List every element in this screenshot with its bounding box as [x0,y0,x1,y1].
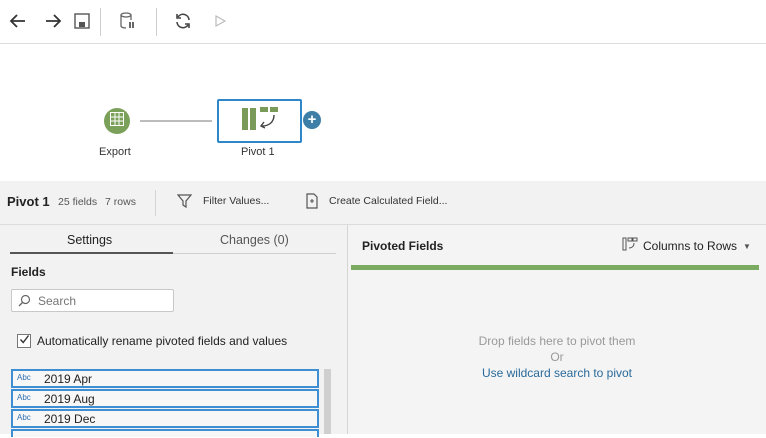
wildcard-search-link[interactable]: Use wildcard search to pivot [348,366,766,380]
string-type-icon: Abc [17,373,31,382]
back-arrow-icon[interactable] [5,8,31,34]
calculated-field-icon[interactable] [305,193,319,214]
tab-divider [173,253,336,254]
rows-count: 7 rows [105,196,136,208]
create-calculated-field-button[interactable]: Create Calculated Field... [329,195,447,207]
toolbar [0,0,766,44]
pivot-mode-dropdown[interactable]: Columns to Rows ▼ [622,237,751,255]
pivoted-fields-title: Pivoted Fields [362,239,444,253]
pivoted-fields-panel: Pivoted Fields Columns to Rows ▼ Drop fi… [348,225,766,434]
string-type-icon: Abc [17,393,31,402]
run-icon[interactable] [207,8,233,34]
tab-settings[interactable]: Settings [67,233,112,247]
field-item[interactable]: Abc 2019 Aug [11,389,319,408]
pivot-node-label: Pivot 1 [241,146,275,158]
field-name: 2019 Apr [44,372,93,386]
auto-rename-label[interactable]: Automatically rename pivoted fields and … [37,334,287,348]
forward-arrow-icon[interactable] [40,8,66,34]
data-source-icon[interactable] [114,8,140,34]
settings-panel: Settings Changes (0) Fields Automaticall… [0,225,347,437]
chevron-down-icon: ▼ [743,241,751,251]
refresh-icon[interactable] [170,8,196,34]
add-step-button[interactable]: + [303,111,321,129]
columns-to-rows-icon [622,237,638,256]
step-header: Pivot 1 25 fields 7 rows Filter Values..… [0,181,766,225]
fields-heading: Fields [11,265,46,279]
toolbar-divider [156,8,157,36]
pivot-icon [240,106,280,137]
pivot-mode-label: Columns to Rows [643,239,738,253]
save-icon[interactable] [69,8,95,34]
table-grid-icon [110,111,124,131]
header-divider [155,190,156,216]
field-item-partial[interactable] [11,429,319,437]
filter-icon[interactable] [176,193,193,214]
active-tab-indicator [10,252,173,254]
step-title: Pivot 1 [7,194,50,209]
flow-canvas: Export Pivot 1 + [0,44,766,181]
drop-hint: Drop fields here to pivot them [478,334,636,348]
field-item[interactable]: Abc 2019 Dec [11,409,319,428]
field-item[interactable]: Abc 2019 Apr [11,369,319,388]
field-list-scrollbar[interactable] [324,369,331,434]
export-node[interactable] [104,108,130,134]
field-name: 2019 Dec [44,412,96,426]
filter-values-button[interactable]: Filter Values... [203,195,269,207]
search-input[interactable] [38,293,168,309]
toolbar-divider [100,8,101,36]
pivot-drop-indicator [351,265,759,270]
field-list: Abc 2019 Apr Abc 2019 Aug Abc 2019 Dec [11,369,319,438]
search-icon [18,294,31,312]
tab-changes[interactable]: Changes (0) [220,233,289,247]
checkmark-icon [19,332,30,350]
step-meta: 25 fields 7 rows [58,196,136,208]
auto-rename-checkbox[interactable] [17,334,31,348]
string-type-icon: Abc [17,413,31,422]
flow-connector [140,120,212,122]
field-name: 2019 Aug [44,392,95,406]
pivot-node[interactable] [217,99,302,143]
export-node-label: Export [99,146,131,158]
or-text: Or [550,350,564,364]
fields-count: 25 fields [58,196,98,208]
field-search[interactable] [11,289,174,312]
